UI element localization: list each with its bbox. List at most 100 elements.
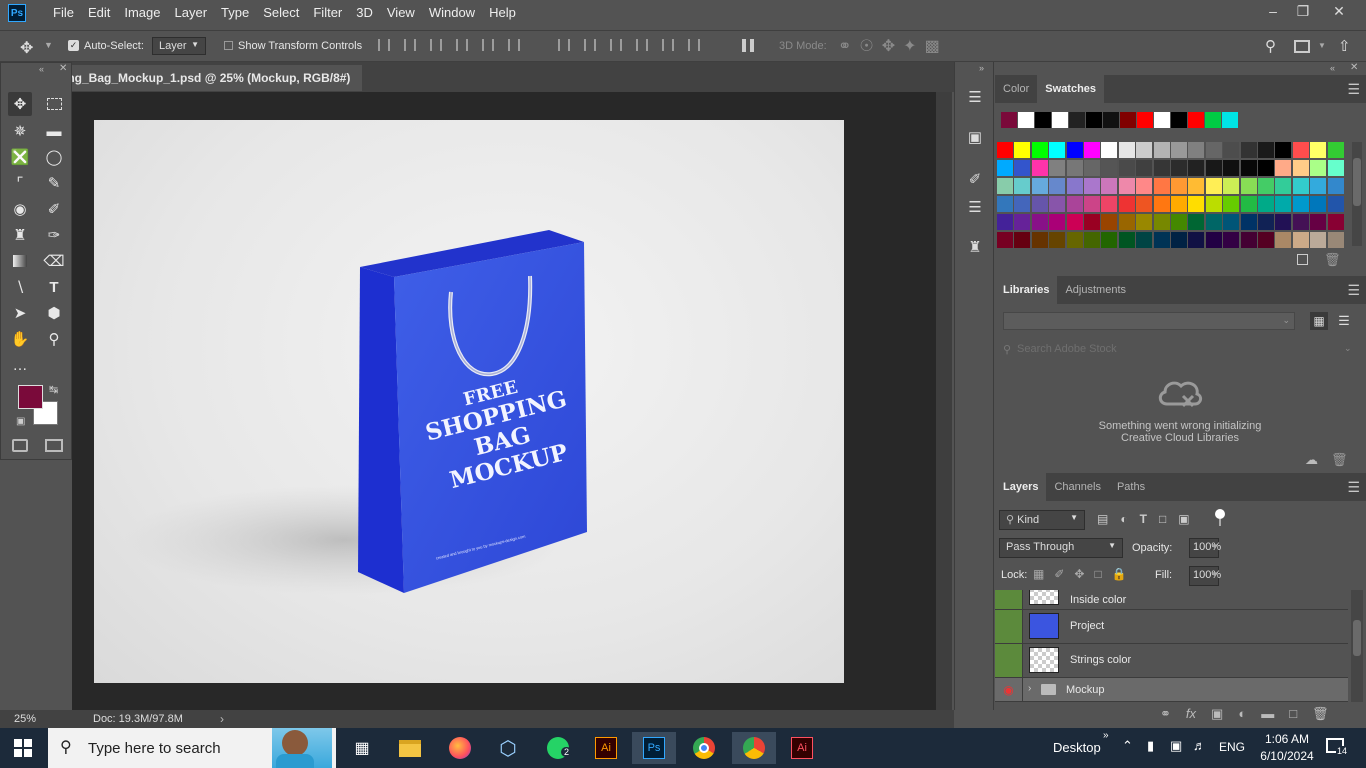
swatch[interactable]: [1258, 142, 1274, 158]
swap-colors-icon[interactable]: ↹: [49, 383, 58, 396]
layer-row[interactable]: Inside color: [995, 590, 1348, 610]
fx-icon[interactable]: fx: [1186, 706, 1196, 722]
3d-slide-icon[interactable]: ✦: [903, 36, 916, 56]
adjustment-filter-icon[interactable]: ◐: [1120, 512, 1127, 526]
recent-swatch[interactable]: [1086, 112, 1102, 128]
move-tool-icon[interactable]: ✥: [20, 38, 33, 58]
eraser-tool[interactable]: ⌫: [42, 249, 66, 273]
history-brush-tool[interactable]: ✑: [42, 223, 66, 247]
type-tool[interactable]: T: [42, 275, 66, 299]
swatch[interactable]: [1223, 232, 1240, 248]
swatch[interactable]: [1049, 142, 1066, 158]
swatch[interactable]: [1118, 232, 1135, 248]
swatch[interactable]: [1136, 232, 1153, 248]
document-tab[interactable]: ing_Bag_Mockup_1.psd @ 25% (Mockup, RGB/…: [62, 65, 362, 111]
swatch[interactable]: [1084, 232, 1100, 248]
swatch[interactable]: [1205, 142, 1222, 158]
file-explorer-icon[interactable]: [388, 732, 432, 764]
clone-source-panel-icon[interactable]: ♜: [962, 234, 988, 260]
chrome-icon[interactable]: [682, 732, 726, 764]
swatch[interactable]: [997, 160, 1013, 176]
visibility-toggle[interactable]: [995, 590, 1023, 609]
close-icon[interactable]: ✕: [1322, 0, 1356, 22]
collapse-icon[interactable]: «: [39, 64, 44, 74]
swatch[interactable]: [1118, 142, 1135, 158]
adjustment-layer-icon[interactable]: ◐: [1238, 706, 1246, 722]
windows-start-icon[interactable]: [14, 739, 32, 757]
3d-pan-icon[interactable]: ✥: [882, 36, 895, 56]
swatch[interactable]: [1205, 214, 1222, 230]
chevron-down-icon[interactable]: ▼: [1211, 570, 1219, 579]
swatch[interactable]: [1049, 178, 1066, 194]
recent-swatch[interactable]: [1103, 112, 1119, 128]
tab-libraries[interactable]: Libraries: [995, 276, 1058, 304]
lock-transparent-icon[interactable]: ▦: [1033, 567, 1044, 581]
swatch[interactable]: [1084, 160, 1100, 176]
swatch[interactable]: [1310, 232, 1327, 248]
lasso-tool[interactable]: ✵: [8, 119, 32, 143]
recent-swatch[interactable]: [1205, 112, 1221, 128]
show-transform-checkbox[interactable]: [224, 41, 233, 50]
swatch[interactable]: [1327, 196, 1344, 212]
tab-color[interactable]: Color: [995, 75, 1037, 103]
swatch[interactable]: [1014, 196, 1031, 212]
grid-view-icon[interactable]: ▦: [1310, 312, 1328, 330]
stamp-tool[interactable]: ♜: [8, 223, 32, 247]
auto-select-checkbox[interactable]: ✓: [68, 40, 79, 51]
new-swatch-icon[interactable]: [1297, 254, 1308, 265]
swatch[interactable]: [1066, 142, 1083, 158]
swatch[interactable]: [1153, 142, 1170, 158]
recent-swatch[interactable]: [1001, 112, 1017, 128]
3d-roll-icon[interactable]: ☉: [859, 36, 873, 56]
swatch[interactable]: [997, 142, 1013, 158]
eyedropper-tool[interactable]: ✎: [42, 171, 66, 195]
layer-row[interactable]: Strings color: [995, 644, 1348, 678]
hand-tool[interactable]: ✋: [8, 327, 32, 351]
add-mask-icon[interactable]: ▣: [1211, 706, 1223, 722]
distribute-bottom-icon[interactable]: [610, 39, 622, 51]
clock[interactable]: 1:06 AM 6/10/2024: [1254, 731, 1320, 765]
swatch[interactable]: [1153, 232, 1170, 248]
menu-help[interactable]: Help: [482, 0, 523, 26]
menu-file[interactable]: File: [46, 0, 81, 26]
swatch[interactable]: [1171, 142, 1187, 158]
swatch[interactable]: [1014, 232, 1031, 248]
lock-pixels-icon[interactable]: ✐: [1054, 567, 1064, 581]
swatch[interactable]: [1014, 160, 1031, 176]
swatch[interactable]: [1205, 160, 1222, 176]
swatch[interactable]: [1240, 160, 1257, 176]
recent-swatch[interactable]: [1154, 112, 1170, 128]
recent-swatch[interactable]: [1018, 112, 1034, 128]
menu-window[interactable]: Window: [422, 0, 482, 26]
swatch[interactable]: [1310, 214, 1327, 230]
3d-scale-icon[interactable]: ▩: [925, 36, 940, 56]
swatch[interactable]: [1327, 178, 1344, 194]
swatch[interactable]: [997, 178, 1013, 194]
close-icon[interactable]: ✕: [59, 63, 67, 74]
blur-tool[interactable]: ❎: [8, 145, 32, 169]
recent-swatch[interactable]: [1052, 112, 1068, 128]
swatch[interactable]: [997, 214, 1013, 230]
swatch[interactable]: [1084, 142, 1100, 158]
eye-icon[interactable]: ◉: [995, 678, 1023, 701]
swatch[interactable]: [1327, 142, 1344, 158]
menu-view[interactable]: View: [380, 0, 422, 26]
tab-channels[interactable]: Channels: [1046, 473, 1108, 501]
new-layer-icon[interactable]: □: [1289, 706, 1297, 722]
swatch[interactable]: [1014, 178, 1031, 194]
link-layers-icon[interactable]: ⚭: [1160, 706, 1171, 722]
move-tool[interactable]: ✥: [8, 92, 32, 116]
swatch[interactable]: [1275, 142, 1292, 158]
swatch[interactable]: [1084, 214, 1100, 230]
taskbar-search-box[interactable]: ⚲ Type here to search: [48, 728, 336, 768]
swatch[interactable]: [1188, 160, 1205, 176]
align-bottom-icon[interactable]: [430, 39, 442, 51]
tab-adjustments[interactable]: Adjustments: [1057, 276, 1134, 304]
zoom-tool[interactable]: ⚲: [42, 327, 66, 351]
swatch[interactable]: [997, 196, 1013, 212]
swatch[interactable]: [1292, 160, 1309, 176]
align-right-icon[interactable]: [508, 39, 520, 51]
swatch[interactable]: [1136, 178, 1153, 194]
align-hcenter-icon[interactable]: [482, 39, 494, 51]
chevron-right-icon[interactable]: ›: [1028, 683, 1031, 694]
